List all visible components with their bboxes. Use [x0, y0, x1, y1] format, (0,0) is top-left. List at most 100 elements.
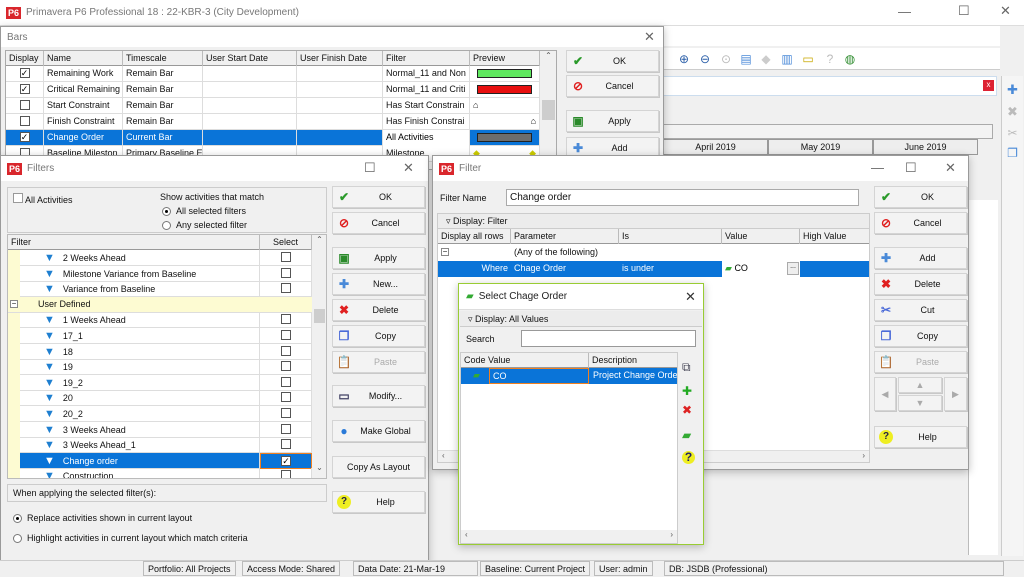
apply-button[interactable]: ▣ Apply	[566, 110, 659, 132]
bar-row[interactable]: Finish Constraint Remain Bar Has Finish Co…	[6, 114, 540, 130]
zoom-out-icon[interactable]: ⊖	[697, 52, 713, 68]
bars-close-button[interactable]: ✕	[644, 29, 655, 45]
bar-filter[interactable]: Has Start Constrain	[383, 98, 470, 114]
checkbox[interactable]	[280, 392, 291, 403]
delete-icon[interactable]: ✖	[1002, 104, 1023, 120]
col-select[interactable]: Select	[260, 235, 312, 250]
filter-row[interactable]: ▼ Construction	[20, 468, 312, 478]
filter-row[interactable]: ▼ Milestone Variance from Baseline	[20, 265, 312, 282]
minimize-button[interactable]: —	[898, 4, 911, 19]
select-checkbox[interactable]	[260, 406, 312, 422]
user-finish-date[interactable]	[297, 130, 383, 146]
modify-button[interactable]: ▭ Modify...	[332, 385, 425, 407]
bar-row[interactable]: ✓ Change Order Current Bar All Activities	[6, 130, 540, 146]
select-checkbox[interactable]	[260, 437, 312, 454]
move-right-button[interactable]: ▶	[944, 377, 967, 411]
select-checkbox[interactable]	[260, 390, 312, 407]
close-panel-icon[interactable]: x	[983, 80, 994, 91]
col-name[interactable]: Name	[44, 51, 123, 66]
filter-maximize-button[interactable]: ☐	[905, 160, 917, 176]
filter-row[interactable]: ▼ 3 Weeks Ahead_1	[20, 437, 312, 454]
checkbox[interactable]	[280, 361, 291, 372]
col-code-value[interactable]: Code Value	[461, 353, 589, 368]
ok-button[interactable]: ✔ OK	[874, 186, 967, 208]
select-checkbox[interactable]	[260, 250, 312, 266]
select-checkbox[interactable]	[260, 359, 312, 376]
close-window-icon[interactable]: ⧉	[682, 360, 691, 375]
checkbox[interactable]	[280, 330, 291, 340]
select-checkbox[interactable]	[260, 312, 312, 329]
user-start-date[interactable]	[203, 98, 297, 114]
col-user-finish-date[interactable]: User Finish Date	[297, 51, 383, 66]
move-down-button[interactable]: ▼	[898, 395, 942, 411]
code-row[interactable]: ▰ CO Project Change Order	[461, 368, 677, 384]
col-filter[interactable]: Filter	[383, 51, 470, 66]
assign-code-icon[interactable]: ▰	[682, 428, 691, 442]
columns-icon[interactable]: ▥	[779, 52, 795, 68]
filter-row[interactable]: ▼ 3 Weeks Ahead	[20, 421, 312, 438]
col-display[interactable]: Display	[6, 51, 44, 66]
delete-code-icon[interactable]: ✖	[682, 403, 692, 417]
checkbox[interactable]	[280, 423, 291, 434]
copy-as-layout-button[interactable]: Copy As Layout	[332, 456, 425, 478]
checkbox[interactable]: ✓	[19, 84, 30, 94]
any-selected-radio[interactable]: Any selected filter	[162, 220, 247, 231]
select-checkbox[interactable]	[260, 281, 312, 298]
checkbox[interactable]: ✓	[281, 455, 291, 466]
globe-help-icon[interactable]: ◍	[842, 52, 858, 68]
filters-maximize-button[interactable]: ☐	[364, 160, 376, 176]
checkbox[interactable]	[19, 100, 30, 110]
col-description[interactable]: Description	[589, 353, 677, 368]
col-value[interactable]: Value	[722, 229, 800, 244]
display-checkbox[interactable]	[6, 98, 44, 114]
move-up-button[interactable]: ▲	[898, 377, 942, 393]
user-finish-date[interactable]	[297, 114, 383, 130]
copy-button[interactable]: ❐ Copy	[332, 325, 425, 347]
collapse-icon[interactable]: −	[441, 248, 449, 256]
zoom-fit-icon[interactable]: ⊙	[718, 52, 734, 68]
display-checkbox[interactable]: ✓	[6, 130, 44, 146]
filter-row[interactable]: ▼ 2 Weeks Ahead	[20, 250, 312, 266]
move-left-button[interactable]: ◀	[874, 377, 896, 411]
diamond-icon[interactable]: ◆	[758, 52, 774, 68]
checkbox[interactable]	[280, 408, 291, 418]
user-finish-date[interactable]	[297, 66, 383, 82]
display-checkbox[interactable]	[6, 114, 44, 130]
filter-row[interactable]: ▼ 19_2	[20, 374, 312, 391]
code-value-cell[interactable]: CO	[489, 368, 589, 384]
select-checkbox[interactable]	[260, 468, 312, 478]
select-checkbox[interactable]	[260, 328, 312, 344]
cancel-button[interactable]: ⊘ Cancel	[332, 212, 425, 234]
copy-icon[interactable]: ❐	[1002, 146, 1023, 160]
value-browse-button[interactable]: ...	[787, 262, 799, 275]
col-filter[interactable]: Filter	[8, 235, 260, 250]
maximize-button[interactable]: ☐	[958, 3, 970, 19]
criteria-group-row[interactable]: − (Any of the following)	[438, 245, 869, 261]
criteria-row[interactable]: Where Chage Order is under ▰ CO...	[438, 261, 869, 277]
close-button[interactable]: ✕	[1000, 3, 1011, 19]
delete-button[interactable]: ✖ Delete	[874, 273, 967, 295]
filter-row[interactable]: ▼ Change order ✓	[20, 452, 312, 469]
cut-icon[interactable]: ✂	[1002, 126, 1023, 140]
filter-minimize-button[interactable]: —	[871, 160, 884, 175]
filter-row[interactable]: ▼ 19	[20, 359, 312, 376]
checkbox[interactable]	[19, 116, 30, 126]
bar-filter[interactable]: Has Finish Constrai	[383, 114, 470, 130]
all-activities-checkbox[interactable]: All Activities	[13, 193, 73, 205]
user-finish-date[interactable]	[297, 98, 383, 114]
comment-icon[interactable]: ▭	[800, 52, 816, 68]
select-checkbox[interactable]: ✓	[260, 452, 312, 469]
cancel-button[interactable]: ⊘ Cancel	[566, 75, 659, 97]
bar-filter[interactable]: Normal_11 and Criti	[383, 82, 470, 98]
collapse-icon[interactable]: −	[10, 299, 18, 308]
paste-button[interactable]: 📋 Paste	[874, 351, 967, 373]
bar-row[interactable]: ✓ Remaining Work Remain Bar Normal_11 and N…	[6, 66, 540, 82]
display-checkbox[interactable]: ✓	[6, 82, 44, 98]
user-start-date[interactable]	[203, 114, 297, 130]
add-code-icon[interactable]: ✚	[682, 384, 692, 398]
col-parameter[interactable]: Parameter	[511, 229, 619, 244]
search-input[interactable]	[521, 330, 696, 347]
checkbox[interactable]	[280, 439, 291, 450]
ok-button[interactable]: ✔ OK	[566, 50, 659, 72]
select-checkbox[interactable]	[260, 421, 312, 438]
